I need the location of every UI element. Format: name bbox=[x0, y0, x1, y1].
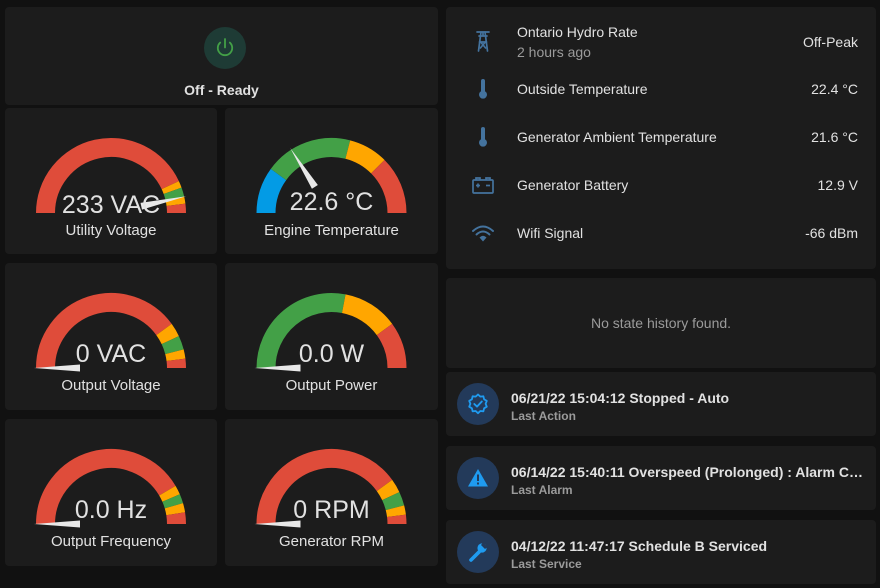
power-icon bbox=[216, 38, 234, 57]
gauge-band-orange bbox=[341, 294, 393, 336]
gauge-value: 0.0 W bbox=[298, 340, 365, 368]
gauge-output-voltage[interactable]: 0 VAC Output Voltage bbox=[5, 263, 217, 410]
event-card-last-service[interactable]: 04/12/22 11:47:17 Schedule B Serviced La… bbox=[446, 520, 876, 584]
gauge-value: 0.0 Hz bbox=[74, 496, 148, 524]
gauge-label: Output Voltage bbox=[61, 377, 161, 394]
entity-name: Outside Temperature bbox=[517, 81, 648, 97]
gauge-value: 233 VAC bbox=[61, 191, 161, 219]
event-icon-badge bbox=[457, 383, 499, 425]
event-card-last-alarm[interactable]: 06/14/22 15:40:11 Overspeed (Prolonged) … bbox=[446, 446, 876, 510]
entity-name: Wifi Signal bbox=[517, 225, 584, 241]
event-subtitle: Last Action bbox=[511, 409, 576, 423]
history-message: No state history found. bbox=[590, 315, 732, 331]
entity-secondary: 2 hours ago bbox=[517, 44, 591, 60]
gauge-output-power[interactable]: 0.0 W Output Power bbox=[225, 263, 438, 410]
entity-name: Ontario Hydro Rate bbox=[517, 24, 638, 40]
entity-value: -66 dBm bbox=[805, 225, 858, 241]
power-card: Off - Ready bbox=[5, 7, 438, 105]
entity-row-hydro-rate[interactable]: Ontario Hydro Rate 2 hours ago Off-Peak bbox=[446, 21, 876, 69]
thermometer-icon bbox=[479, 79, 487, 99]
gauge-generator-rpm[interactable]: 0 RPM Generator RPM bbox=[225, 419, 438, 566]
entity-value: 22.4 °C bbox=[811, 81, 858, 97]
gauge-band-orange bbox=[345, 140, 385, 174]
gauge-label: Output Frequency bbox=[50, 533, 172, 550]
entity-value: 12.9 V bbox=[817, 177, 858, 193]
gauge-label: Engine Temperature bbox=[264, 222, 399, 239]
wrench-icon bbox=[469, 542, 488, 562]
wifi-icon bbox=[472, 225, 494, 242]
history-card: No state history found. bbox=[446, 278, 876, 368]
gauge-label: Output Power bbox=[285, 377, 378, 394]
event-title: 06/14/22 15:40:11 Overspeed (Prolonged) … bbox=[511, 464, 863, 480]
check-decagram-icon bbox=[468, 393, 488, 415]
entity-name: Generator Ambient Temperature bbox=[517, 129, 717, 145]
transmission-tower-icon bbox=[476, 31, 490, 52]
entity-value: 21.6 °C bbox=[811, 129, 858, 145]
gauge-band-orange bbox=[161, 181, 182, 195]
event-subtitle: Last Alarm bbox=[511, 483, 573, 497]
event-title: 04/12/22 11:47:17 Schedule B Serviced bbox=[511, 538, 768, 554]
thermometer-icon bbox=[479, 127, 487, 147]
entity-value: Off-Peak bbox=[803, 34, 858, 50]
entities-card: Ontario Hydro Rate 2 hours ago Off-Peak … bbox=[446, 7, 876, 269]
event-title: 06/21/22 15:04:12 Stopped - Auto bbox=[511, 390, 730, 406]
gauge-label: Utility Voltage bbox=[65, 222, 157, 239]
gauge-value: 0 VAC bbox=[75, 340, 147, 368]
event-icon-badge bbox=[457, 457, 499, 499]
gauge-value: 22.6 °C bbox=[289, 188, 374, 216]
entity-row-outside-temperature[interactable]: Outside Temperature 22.4 °C bbox=[446, 69, 876, 109]
entity-row-generator-battery[interactable]: Generator Battery 12.9 V bbox=[446, 165, 876, 205]
gauge-band-orange bbox=[156, 323, 179, 345]
entity-row-wifi-signal[interactable]: Wifi Signal -66 dBm bbox=[446, 213, 876, 253]
gauge-band-orange bbox=[376, 479, 400, 501]
gauge-value: 0 RPM bbox=[293, 496, 370, 524]
entity-row-ambient-temperature[interactable]: Generator Ambient Temperature 21.6 °C bbox=[446, 117, 876, 157]
gauge-output-frequency[interactable]: 0.0 Hz Output Frequency bbox=[5, 419, 217, 566]
event-card-last-action[interactable]: 06/21/22 15:04:12 Stopped - Auto Last Ac… bbox=[446, 372, 876, 436]
alert-icon bbox=[468, 469, 488, 487]
entity-name: Generator Battery bbox=[517, 177, 629, 193]
gauge-band-green bbox=[270, 138, 351, 181]
power-button[interactable] bbox=[204, 27, 246, 69]
event-subtitle: Last Service bbox=[511, 557, 582, 571]
gauge-label: Generator RPM bbox=[278, 533, 385, 550]
event-icon-badge bbox=[457, 531, 499, 573]
car-battery-icon bbox=[472, 177, 494, 194]
gauge-engine-temperature[interactable]: 22.6 °C Engine Temperature bbox=[225, 108, 438, 254]
power-status: Off - Ready bbox=[184, 82, 259, 98]
gauge-utility-voltage[interactable]: 233 VAC Utility Voltage bbox=[5, 108, 217, 254]
